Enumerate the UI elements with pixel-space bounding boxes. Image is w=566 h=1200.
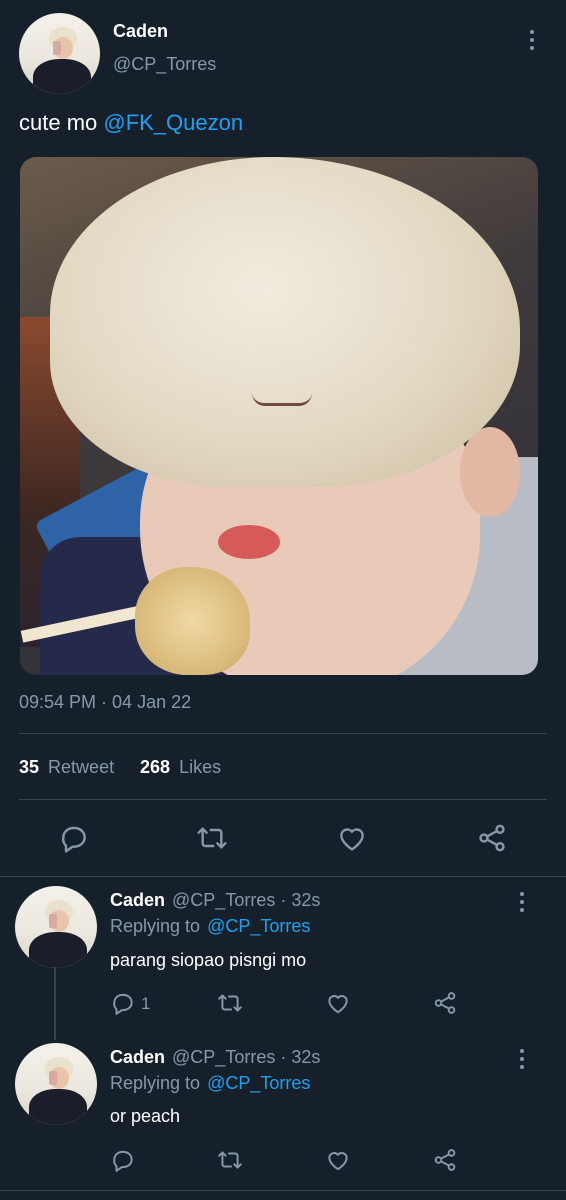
- like-count-label: Likes: [179, 757, 222, 777]
- more-icon[interactable]: [520, 892, 524, 916]
- share-icon[interactable]: [432, 990, 458, 1016]
- retweet-icon[interactable]: [195, 822, 229, 854]
- retweet-icon[interactable]: [216, 1147, 244, 1173]
- replying-to-link[interactable]: @CP_Torres: [207, 1073, 310, 1093]
- like-icon[interactable]: [325, 1147, 351, 1173]
- tweet-photo[interactable]: [20, 157, 538, 675]
- author-name[interactable]: Caden: [113, 21, 168, 42]
- like-icon[interactable]: [325, 990, 351, 1016]
- reply-header: Caden @CP_Torres · 32s: [110, 890, 320, 911]
- reply-author-name[interactable]: Caden: [110, 890, 165, 910]
- divider: [19, 799, 547, 800]
- thread-line: [54, 967, 56, 1040]
- reply-author-handle[interactable]: @CP_Torres · 32s: [172, 890, 320, 910]
- like-count: 268: [140, 757, 171, 777]
- divider: [19, 733, 547, 734]
- replying-to-link[interactable]: @CP_Torres: [207, 916, 310, 936]
- reply-author-name[interactable]: Caden: [110, 1047, 165, 1067]
- tweet-text-body: cute mo: [19, 110, 104, 135]
- share-icon[interactable]: [432, 1147, 458, 1173]
- tweet-text: cute mo @FK_Quezon: [19, 110, 243, 136]
- retweet-count: 35: [19, 757, 40, 777]
- replying-to-row: Replying to @CP_Torres: [110, 1073, 310, 1094]
- tweet-timestamp[interactable]: 09:54 PM · 04 Jan 22: [19, 692, 191, 713]
- like-icon[interactable]: [336, 822, 368, 854]
- reply-text: or peach: [110, 1106, 181, 1126]
- divider: [0, 876, 566, 877]
- reply-icon[interactable]: [110, 990, 136, 1016]
- reply-text: parang siopao pisngi mo: [110, 950, 307, 970]
- divider: [0, 1190, 566, 1191]
- reply-author-handle[interactable]: @CP_Torres · 32s: [172, 1047, 320, 1067]
- replying-to-row: Replying to @CP_Torres: [110, 916, 310, 937]
- replying-to-label: Replying to: [110, 916, 201, 936]
- retweet-count-row[interactable]: 35 Retweet: [19, 757, 114, 778]
- reply-header: Caden @CP_Torres · 32s: [110, 1047, 320, 1068]
- reply-avatar[interactable]: [15, 1043, 97, 1125]
- mention-link[interactable]: @FK_Quezon: [103, 110, 243, 135]
- retweet-icon[interactable]: [216, 990, 244, 1016]
- replying-to-label: Replying to: [110, 1073, 201, 1093]
- reply-count: 1: [141, 994, 151, 1013]
- author-handle[interactable]: @CP_Torres: [113, 54, 216, 75]
- more-icon[interactable]: [530, 30, 534, 54]
- share-icon[interactable]: [476, 822, 508, 854]
- more-icon[interactable]: [520, 1049, 524, 1073]
- reply-avatar[interactable]: [15, 886, 97, 968]
- reply-icon[interactable]: [110, 1147, 136, 1173]
- reply-icon[interactable]: [58, 822, 90, 854]
- like-count-row[interactable]: 268 Likes: [140, 757, 221, 778]
- author-avatar[interactable]: [19, 13, 100, 94]
- retweet-count-label: Retweet: [48, 757, 115, 777]
